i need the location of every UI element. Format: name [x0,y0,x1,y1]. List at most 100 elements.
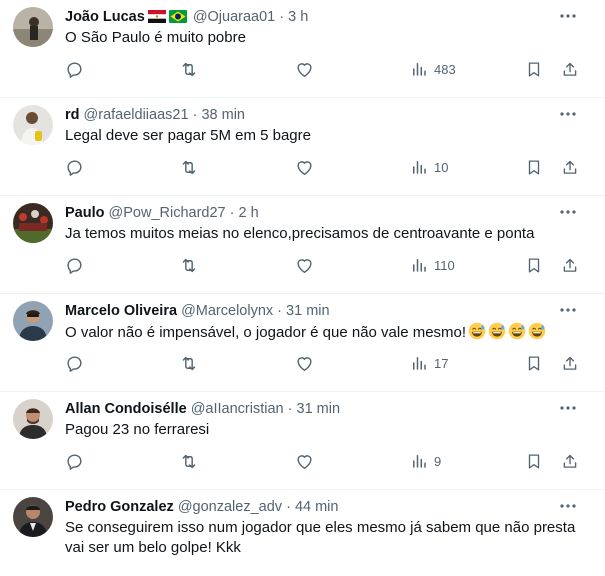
handle[interactable]: @Marcelolynx [181,303,273,319]
more-icon[interactable] [559,401,577,413]
tweet[interactable]: João Lucas @Ojuaraa01 · 3 h O São Paulo … [0,0,605,98]
views-icon [413,357,426,370]
retweet-icon [182,356,196,370]
timestamp[interactable]: 3 h [288,9,308,25]
display-name[interactable]: João Lucas [65,9,145,25]
handle[interactable]: @Pow_Richard27 [109,205,226,221]
reply-button[interactable] [65,351,84,375]
bookmark-button[interactable] [525,155,543,179]
avatar[interactable] [13,203,53,243]
timestamp[interactable]: 2 h [239,205,259,221]
bookmark-button[interactable] [525,57,543,81]
display-name[interactable]: Allan Condoisélle [65,401,187,417]
views-icon [413,161,426,174]
timestamp[interactable]: 44 min [295,499,339,515]
tweet-header: Marcelo Oliveira @Marcelolynx · 31 min [65,302,565,320]
bookmark-icon [528,453,540,469]
retweet-button[interactable] [179,155,199,179]
replies-feed: João Lucas @Ojuaraa01 · 3 h O São Paulo … [0,0,605,576]
timestamp[interactable]: 31 min [286,303,330,319]
tweet-text: O valor não é impensável, o jogador é qu… [65,322,577,343]
more-icon[interactable] [559,9,577,21]
tweet-actions: 483 [0,57,605,81]
share-icon [563,160,577,174]
bookmark-icon [528,257,540,273]
share-icon [563,356,577,370]
separator-dot: · [277,303,283,319]
tweet[interactable]: Paulo @Pow_Richard27 · 2 h Ja temos muit… [0,196,605,294]
display-name[interactable]: Pedro Gonzalez [65,499,174,515]
timestamp[interactable]: 31 min [297,401,341,417]
views-count: 9 [434,453,442,469]
timestamp[interactable]: 38 min [201,107,245,123]
share-icon [563,454,577,468]
like-button[interactable] [295,57,314,81]
reply-button[interactable] [65,57,84,81]
tweet-text: O São Paulo é muito pobre [65,29,246,46]
retweet-icon [182,160,196,174]
tweet-text: Se conseguirem isso num jogador que eles… [65,519,576,556]
share-button[interactable] [561,57,579,81]
like-button[interactable] [295,155,314,179]
handle[interactable]: @aIIancristian [191,401,284,417]
tweet[interactable]: Pedro Gonzalez @gonzalez_adv · 44 min Se… [0,490,605,576]
reply-button[interactable] [65,449,84,473]
like-icon [297,258,312,273]
separator-dot: · [279,9,285,25]
retweet-button[interactable] [179,57,199,81]
retweet-button[interactable] [179,449,199,473]
retweet-button[interactable] [179,253,199,277]
handle[interactable]: @gonzalez_adv [178,499,282,515]
like-button[interactable] [295,449,314,473]
avatar[interactable] [13,497,53,537]
handle[interactable]: @Ojuaraa01 [193,9,275,25]
tweet[interactable]: Marcelo Oliveira @Marcelolynx · 31 min O… [0,294,605,392]
tweet[interactable]: Allan Condoisélle @aIIancristian · 31 mi… [0,392,605,490]
share-button[interactable] [561,351,579,375]
tweet-actions: 17 [0,351,605,375]
grinning-sweat-emoji [528,322,546,340]
reply-button[interactable] [65,253,84,277]
views-count: 483 [434,61,456,77]
tweet-text: Legal deve ser pagar 5M em 5 bagre [65,127,311,144]
share-button[interactable] [561,155,579,179]
reply-icon [67,355,82,372]
display-name[interactable]: Marcelo Oliveira [65,303,177,319]
share-icon [563,258,577,272]
avatar[interactable] [13,105,53,145]
bookmark-button[interactable] [525,449,543,473]
separator-dot: · [192,107,198,123]
grinning-sweat-emoji [488,322,506,340]
handle[interactable]: @rafaeldiiaas21 [84,107,189,123]
bookmark-button[interactable] [525,351,543,375]
views-button[interactable]: 10 [410,155,448,179]
display-name[interactable]: rd [65,107,80,123]
share-button[interactable] [561,449,579,473]
tweet-header: Allan Condoisélle @aIIancristian · 31 mi… [65,400,565,418]
views-icon [413,63,426,76]
like-button[interactable] [295,351,314,375]
share-button[interactable] [561,253,579,277]
like-button[interactable] [295,253,314,277]
avatar[interactable] [13,399,53,439]
views-button[interactable]: 483 [410,57,456,81]
retweet-button[interactable] [179,351,199,375]
reply-icon [67,159,82,176]
reply-button[interactable] [65,155,84,179]
views-button[interactable]: 110 [410,253,455,277]
retweet-icon [182,62,196,76]
more-icon[interactable] [559,205,577,217]
bookmark-button[interactable] [525,253,543,277]
avatar[interactable] [13,7,53,47]
display-name[interactable]: Paulo [65,205,104,221]
grinning-sweat-emoji [508,322,526,340]
more-icon[interactable] [559,303,577,315]
views-button[interactable]: 9 [410,449,441,473]
more-icon[interactable] [559,499,577,511]
tweet[interactable]: rd @rafaeldiiaas21 · 38 min Legal deve s… [0,98,605,196]
tweet-text-body: O valor não é impensável, o jogador é qu… [65,324,467,341]
emoji-row [466,322,546,341]
more-icon[interactable] [559,107,577,119]
avatar[interactable] [13,301,53,341]
views-button[interactable]: 17 [410,351,448,375]
